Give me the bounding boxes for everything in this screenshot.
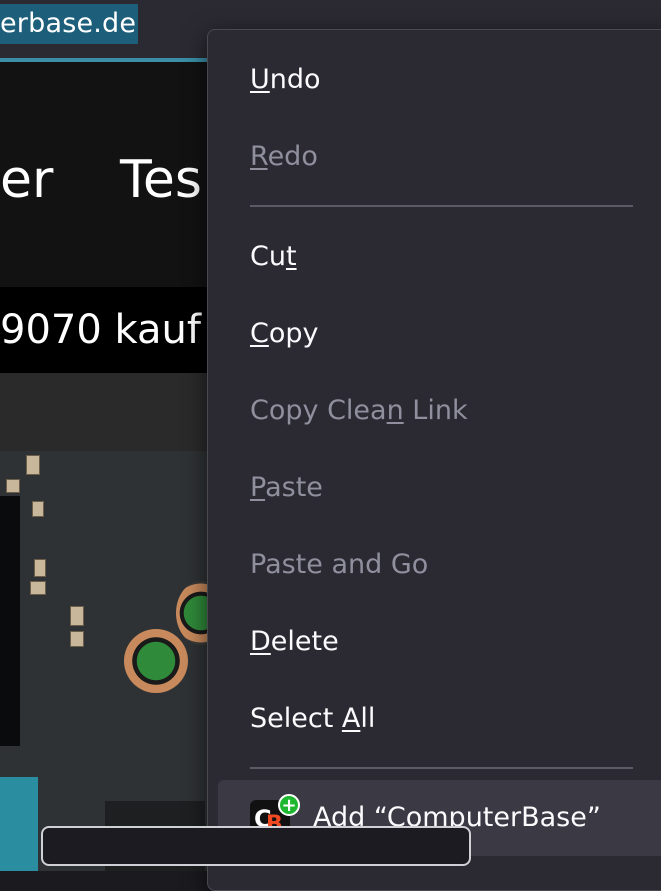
menu-separator	[250, 205, 633, 207]
menu-item-copy[interactable]: Copy	[250, 314, 319, 354]
menu-item-paste-and-go[interactable]: Paste and Go	[250, 545, 428, 585]
menu-item-paste[interactable]: Paste	[250, 468, 323, 508]
nav-link-tests[interactable]: Tes	[120, 148, 202, 212]
context-menu: Undo Redo Cut Copy Copy Clean Link Paste…	[207, 29, 661, 891]
menu-item-cut[interactable]: Cut	[250, 237, 297, 277]
photo-component	[70, 631, 84, 647]
photo-capacitor	[124, 629, 188, 693]
photo-component	[30, 581, 46, 595]
photo-component	[70, 606, 84, 626]
menu-item-copy-clean-link[interactable]: Copy Clean Link	[250, 391, 468, 431]
focused-field-edge[interactable]	[41, 826, 471, 866]
photo-component	[32, 501, 44, 517]
url-text-selected[interactable]: erbase.de	[0, 4, 139, 44]
photo-chip	[0, 496, 20, 746]
nav-link-fragment[interactable]: er	[0, 148, 53, 212]
menu-item-redo[interactable]: Redo	[250, 137, 318, 177]
photo-component	[34, 559, 46, 577]
menu-item-select-all[interactable]: Select All	[250, 699, 375, 739]
menu-separator	[250, 767, 633, 769]
headline-text[interactable]: 9070 kauf	[0, 300, 201, 360]
photo-component	[6, 479, 20, 493]
add-plus-icon: +	[278, 794, 300, 816]
menu-item-undo[interactable]: Undo	[250, 60, 321, 100]
photo-teal-block	[0, 777, 38, 871]
menu-item-delete[interactable]: Delete	[250, 622, 339, 662]
photo-component	[26, 455, 40, 475]
